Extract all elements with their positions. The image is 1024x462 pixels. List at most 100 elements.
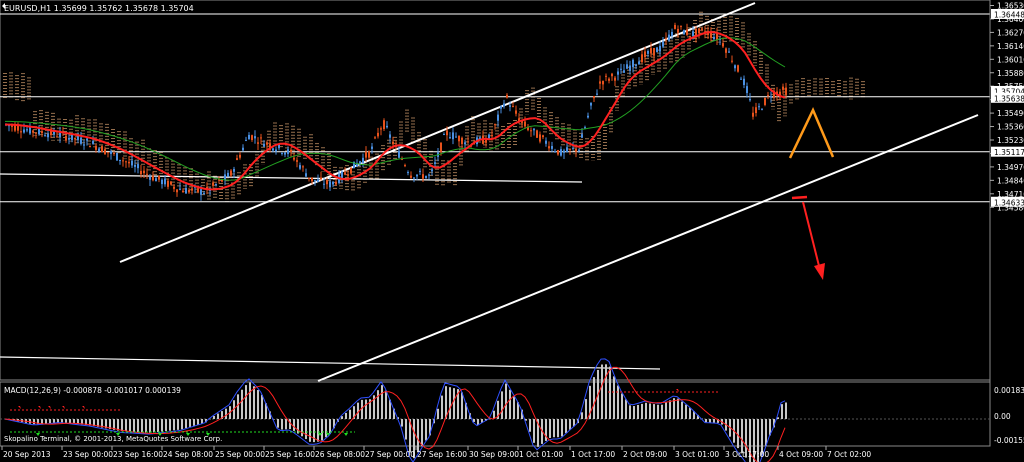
macd-histogram-bar — [737, 419, 739, 449]
macd-histogram-bar — [257, 389, 259, 419]
candle-body — [620, 68, 622, 70]
price-box: 1.34633 — [991, 196, 1024, 207]
macd-histogram-bar — [261, 394, 263, 419]
macd-histogram-bar — [561, 419, 563, 437]
macd-histogram-bar — [557, 419, 559, 438]
candle-body — [293, 157, 295, 160]
candle-body — [548, 146, 550, 149]
candle-body — [296, 160, 298, 162]
candle-body — [350, 167, 352, 174]
candle-body — [263, 143, 265, 147]
macd-histogram-bar — [49, 419, 51, 424]
candle-body — [557, 150, 559, 155]
macd-histogram-bar — [249, 382, 251, 419]
candle-body — [344, 172, 346, 175]
macd-histogram-bar — [509, 389, 511, 419]
candle-body — [458, 135, 460, 142]
candle-body — [434, 162, 436, 164]
macd-histogram-bar — [601, 364, 603, 419]
macd-histogram-bar — [661, 404, 663, 419]
candle-body — [179, 188, 181, 190]
candle-body — [632, 59, 634, 68]
candle-body — [665, 38, 667, 40]
candle — [101, 145, 103, 153]
candle — [737, 64, 739, 73]
candle-body — [530, 130, 532, 132]
macd-scale-top: 0.001832 — [994, 386, 1024, 395]
macd-histogram-bar — [565, 419, 567, 434]
macd-histogram-bar — [549, 419, 551, 438]
candle-body — [260, 137, 262, 139]
macd-histogram-bar — [633, 406, 635, 419]
macd-histogram-bar — [301, 419, 303, 437]
candle-body — [533, 128, 535, 131]
candle-body — [332, 181, 334, 185]
candle-body — [14, 125, 16, 131]
macd-histogram-bar — [461, 392, 463, 419]
candle-body — [419, 170, 421, 172]
macd-histogram-bar — [453, 388, 455, 419]
candle-body — [512, 106, 514, 108]
candle-body — [320, 177, 322, 180]
candle-body — [764, 97, 766, 105]
macd-histogram-bar — [365, 399, 367, 419]
candle-body — [560, 149, 562, 156]
macd-histogram-bar — [437, 408, 439, 419]
candle-body — [329, 181, 331, 188]
macd-histogram-bar — [781, 404, 783, 419]
time-tick-label: 1 Oct 01:00 — [519, 450, 563, 459]
candle-body — [605, 75, 607, 77]
candle — [116, 152, 118, 161]
macd-histogram-bar — [153, 419, 155, 433]
macd-histogram-bar — [505, 383, 507, 419]
candle-body — [497, 114, 499, 121]
macd-histogram-bar — [173, 419, 175, 431]
candle-body — [128, 161, 130, 164]
candle-body — [770, 96, 772, 98]
candle-body — [197, 188, 199, 192]
macd-histogram-bar — [405, 419, 407, 440]
candle-body — [629, 65, 631, 71]
candle-body — [431, 169, 433, 172]
candle-body — [23, 129, 25, 133]
candle-body — [743, 78, 745, 85]
macd-histogram-bar — [689, 407, 691, 419]
candle-body — [407, 172, 409, 174]
candle-body — [692, 31, 694, 37]
time-tick-label: 23 Sep 00:00 — [63, 450, 113, 459]
candle-body — [542, 135, 544, 138]
candle-body — [122, 160, 124, 162]
candle-body — [311, 177, 313, 182]
candle-body — [164, 178, 166, 185]
macd-histogram-bar — [625, 399, 627, 419]
candle-body — [443, 134, 445, 136]
candle-body — [749, 99, 751, 101]
candle-body — [593, 96, 595, 99]
candle-body — [734, 65, 736, 69]
candle-body — [392, 141, 394, 145]
price-tick-label: 1.35490 — [997, 109, 1024, 118]
time-tick-label: 3 Oct 01:00 — [675, 450, 719, 459]
candle-body — [158, 175, 160, 180]
macd-histogram-bar — [185, 419, 187, 429]
macd-histogram-bar — [653, 404, 655, 419]
candle-body — [662, 41, 664, 47]
macd-histogram-bar — [293, 419, 295, 431]
trading-chart-window[interactable]: EURUSD,H1 1.35699 1.35762 1.35678 1.3570… — [0, 0, 1024, 462]
macd-histogram-bar — [585, 399, 587, 419]
macd-histogram-bar — [145, 419, 147, 433]
macd-histogram-bar — [65, 419, 67, 423]
macd-histogram-bar — [345, 412, 347, 419]
candle-body — [83, 144, 85, 146]
time-tick-label: 30 Sep 09:00 — [469, 450, 519, 459]
macd-histogram-bar — [69, 419, 71, 424]
macd-histogram-bar — [305, 419, 307, 440]
macd-histogram-bar — [605, 364, 607, 419]
candle-body — [317, 179, 319, 182]
candle-body — [674, 24, 676, 29]
macd-histogram-bar — [593, 377, 595, 419]
candle-body — [236, 158, 238, 160]
candle-body — [17, 125, 19, 131]
time-tick-label: 25 Sep 16:00 — [265, 450, 315, 459]
candle-body — [290, 149, 292, 152]
